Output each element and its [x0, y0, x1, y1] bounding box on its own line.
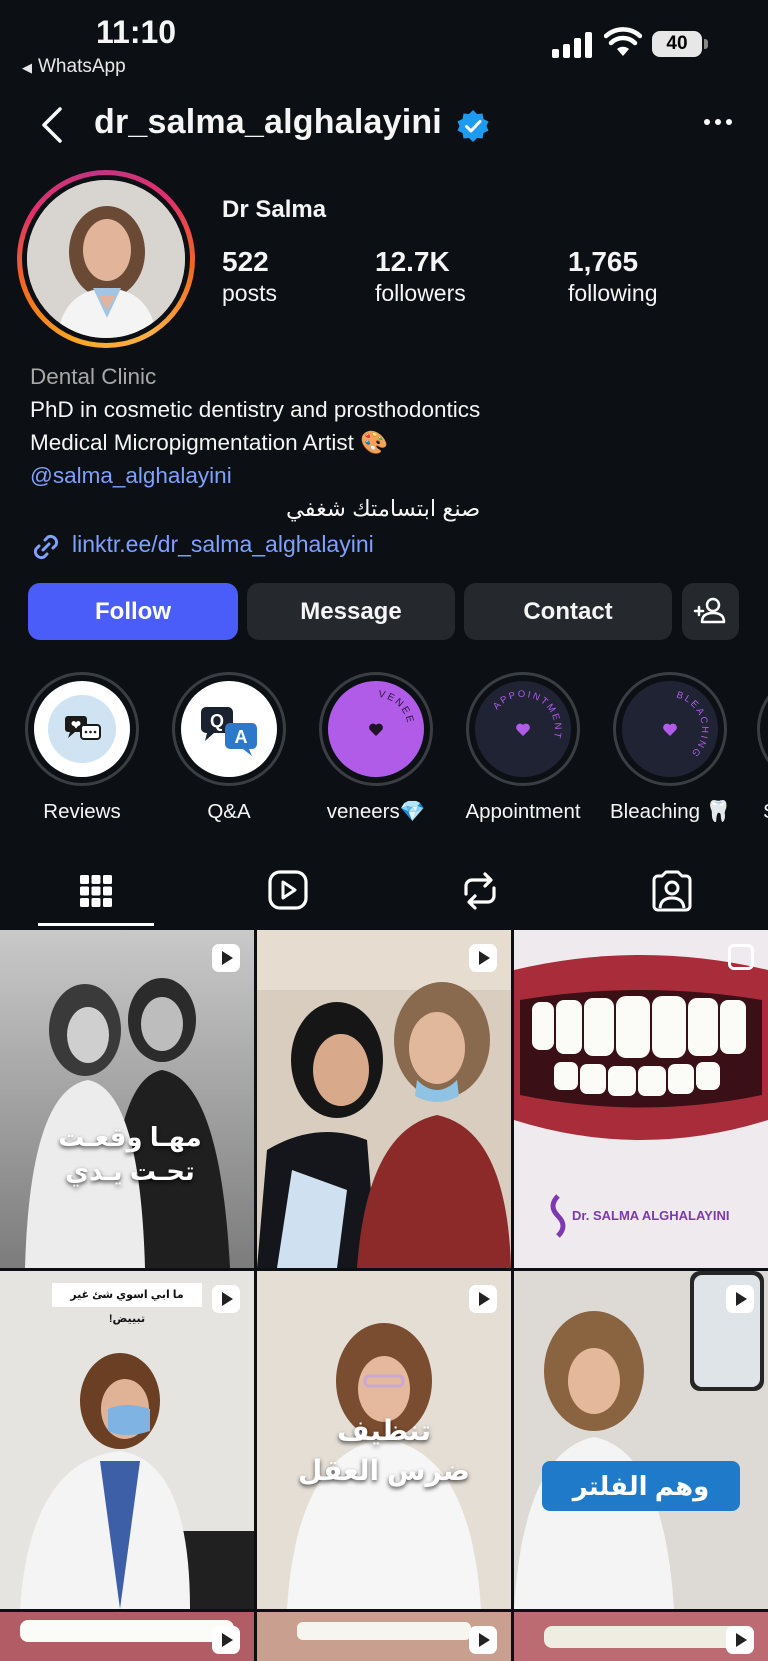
- bio-line: Medical Micropigmentation Artist 🎨: [30, 430, 389, 455]
- veneers-highlight-cover: VENEERS: [328, 681, 424, 777]
- highlight-label: veneers💎: [326, 800, 426, 823]
- highlight-label: Reviews: [43, 800, 121, 823]
- reel-icon: [469, 1626, 497, 1654]
- reviews-highlight-cover: [34, 681, 130, 777]
- more-options-icon[interactable]: [700, 107, 736, 137]
- post-tile[interactable]: Dr. SALMA ALGHALAYINI: [514, 930, 768, 1268]
- highlight-reviews[interactable]: Reviews: [22, 672, 142, 824]
- follow-button[interactable]: Follow: [28, 583, 238, 640]
- svg-text:VENEERS: VENEERS: [328, 681, 416, 726]
- post-tile[interactable]: مهـا وقعـت تحـت يـدي: [0, 930, 254, 1268]
- post-overlay-text: مهـا وقعـت: [58, 1122, 202, 1152]
- back-triangle-icon: ◀: [22, 60, 32, 75]
- suggested-accounts-button[interactable]: [682, 583, 739, 640]
- category-label: Dental Clinic: [30, 364, 157, 389]
- post-banner-text: ما ابي اسوي شئ غير تبييض!: [52, 1283, 202, 1325]
- followers-count[interactable]: 12.7K followers: [375, 246, 466, 307]
- add-person-icon: [693, 597, 726, 624]
- post-watermark: Dr. SALMA ALGHALAYINI: [572, 1208, 729, 1223]
- profile-avatar: [27, 180, 185, 338]
- wifi-icon: [604, 27, 642, 56]
- posts-count[interactable]: 522 posts: [222, 246, 277, 307]
- stat-label: followers: [375, 280, 466, 306]
- reel-icon: [212, 1285, 240, 1313]
- reel-icon: [212, 1626, 240, 1654]
- highlight-appointment[interactable]: APPOINTMENT Appointment: [463, 672, 583, 824]
- profile-bio: Dental Clinic PhD in cosmetic dentistry …: [30, 360, 480, 525]
- reel-icon: [212, 944, 240, 972]
- posts-grid: مهـا وقعـت تحـت يـدي Dr. SALMA ALGHALAYI…: [0, 930, 768, 1661]
- reel-icon: [469, 1285, 497, 1313]
- tab-tagged-icon[interactable]: [642, 866, 702, 916]
- tab-reels-icon[interactable]: [258, 866, 318, 916]
- post-overlay-text: تنظيف: [337, 1415, 431, 1446]
- bio-line: PhD in cosmetic dentistry and prosthodon…: [30, 397, 481, 422]
- appointment-highlight-cover: APPOINTMENT: [475, 681, 571, 777]
- reel-icon: [726, 1626, 754, 1654]
- post-overlay-text: تحـت يـدي: [65, 1156, 195, 1186]
- active-tab-indicator: [38, 923, 154, 926]
- post-tile[interactable]: [0, 1612, 254, 1661]
- back-chevron-icon[interactable]: [34, 103, 74, 147]
- tab-reposts-icon[interactable]: [450, 866, 510, 916]
- post-tile[interactable]: تنظيف ضرس العقل: [257, 1271, 511, 1609]
- status-bar: 11:10 ◀ WhatsApp 40: [0, 0, 768, 90]
- cellular-signal-icon: [552, 30, 594, 58]
- link-text: linktr.ee/dr_salma_alghalayini: [72, 531, 374, 557]
- reel-icon: [726, 1285, 754, 1313]
- post-overlay-text: ضرس العقل: [298, 1455, 470, 1486]
- back-app-label: WhatsApp: [38, 56, 126, 77]
- tab-grid-icon[interactable]: [66, 866, 126, 916]
- reel-icon: [469, 944, 497, 972]
- bio-arabic-line: صنع ابتسامتك شغفي: [285, 496, 481, 521]
- post-tile[interactable]: ما ابي اسوي شئ غير تبييض!: [0, 1271, 254, 1609]
- highlight-bleaching[interactable]: BLEACHING Bleaching 🦷: [610, 672, 732, 824]
- following-count[interactable]: 1,765 following: [568, 246, 658, 307]
- display-name: Dr Salma: [222, 196, 327, 223]
- ring-text: APPOINTMENT: [491, 689, 561, 741]
- highlight-label: Bleaching 🦷: [610, 800, 732, 823]
- stat-value: 12.7K: [375, 246, 450, 277]
- status-time: 11:10: [96, 14, 177, 50]
- contact-button[interactable]: Contact: [464, 583, 672, 640]
- profile-username: dr_salma_alghalayini: [94, 103, 442, 141]
- stat-label: posts: [222, 280, 277, 306]
- link-icon: [33, 534, 59, 560]
- ring-text: VENEERS: [328, 681, 414, 726]
- post-tile[interactable]: [257, 1612, 511, 1661]
- back-to-app-link[interactable]: ◀ WhatsApp: [22, 56, 126, 78]
- bleaching-highlight-cover: BLEACHING: [622, 681, 718, 777]
- qa-highlight-cover: Q A: [181, 681, 277, 777]
- profile-header: dr_salma_alghalayini: [0, 95, 768, 155]
- stat-value: 522: [222, 246, 269, 277]
- carousel-icon: [728, 944, 754, 970]
- ring-text: BLEACHING: [675, 690, 708, 760]
- svg-text:APPOINTMENT: APPOINTMENT: [491, 689, 563, 741]
- svg-text:Q: Q: [210, 711, 224, 731]
- highlight-qa[interactable]: Q A Q&A: [169, 672, 289, 824]
- post-tile[interactable]: وهم الفلتر: [514, 1271, 768, 1609]
- battery-icon: 40: [652, 31, 708, 57]
- story-ring[interactable]: [17, 170, 195, 348]
- mention-link[interactable]: @salma_alghalayini: [30, 459, 480, 492]
- stat-value: 1,765: [568, 246, 639, 277]
- stat-label: following: [568, 280, 658, 306]
- highlight-label: Sr: [763, 800, 768, 824]
- highlight-label: Q&A: [207, 800, 251, 823]
- highlight-veneers[interactable]: VENEERS veneers💎: [316, 672, 436, 824]
- highlight-label: Appointment: [465, 800, 581, 823]
- svg-text:BLEACHING: BLEACHING: [675, 690, 710, 760]
- message-button[interactable]: Message: [247, 583, 455, 640]
- verified-badge-icon: [457, 110, 489, 142]
- profile-tabs: [0, 850, 768, 930]
- post-overlay-text: وهم الفلتر: [542, 1461, 740, 1511]
- svg-text:A: A: [235, 727, 248, 747]
- highlight-partial[interactable]: Sr: [757, 672, 768, 824]
- post-tile[interactable]: [257, 930, 511, 1268]
- post-tile[interactable]: [514, 1612, 768, 1661]
